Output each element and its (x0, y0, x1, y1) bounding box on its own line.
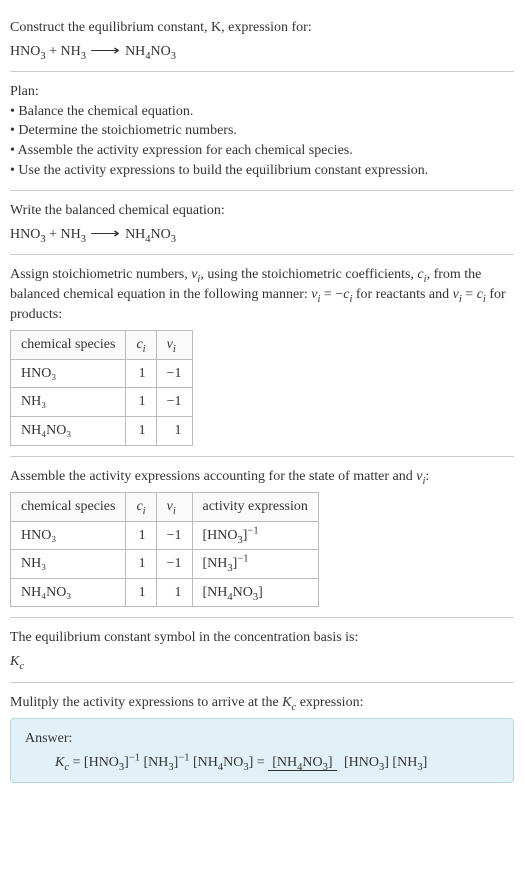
plan-title: Plan: (10, 82, 514, 102)
table-row: HNO₃ 1 −1 (11, 359, 193, 388)
cell-species: HNO₃ (11, 521, 126, 550)
symbol-section: The equilibrium constant symbol in the c… (10, 618, 514, 682)
plan-bullet: • Balance the chemical equation. (10, 102, 514, 122)
col-nui: νi (156, 493, 192, 522)
reaction-arrow-icon: ⟶ (90, 225, 120, 245)
species-hno3: HNO3 (10, 227, 46, 242)
answer-label: Answer: (25, 729, 499, 749)
col-nui: νi (156, 331, 192, 360)
prompt-section: Construct the equilibrium constant, K, e… (10, 8, 514, 72)
table-header-row: chemical species ci νi activity expressi… (11, 493, 319, 522)
species-nh3: NH3 (61, 44, 86, 59)
species-nh4no3: NH4NO3 (125, 227, 176, 242)
species-nh3: NH3 (61, 227, 86, 242)
cell-species: NH₄NO₃ (11, 578, 126, 607)
table-row: HNO₃ 1 −1 [HNO3]−1 (11, 521, 319, 550)
symbol-kc: Kc (10, 652, 514, 672)
plan-bullet: • Use the activity expressions to build … (10, 161, 514, 181)
stoich-section: Assign stoichiometric numbers, νi, using… (10, 255, 514, 456)
table-row: NH₄NO₃ 1 1 (11, 416, 193, 445)
cell-species: NH₄NO₃ (11, 416, 126, 445)
multiply-line: Mulitply the activity expressions to arr… (10, 693, 514, 713)
plan-bullet: • Assemble the activity expression for e… (10, 141, 514, 161)
term-nh3-inv: [NH3]−1 (144, 755, 190, 770)
balanced-section: Write the balanced chemical equation: HN… (10, 191, 514, 255)
table-row: NH₃ 1 −1 (11, 388, 193, 417)
fraction-numerator: [NH4NO3] (268, 755, 336, 771)
cell-ci: 1 (126, 416, 156, 445)
col-activity: activity expression (192, 493, 318, 522)
col-ci: ci (126, 493, 156, 522)
cell-nui: −1 (156, 550, 192, 579)
cell-activity: [NH3]−1 (192, 550, 318, 579)
cell-ci: 1 (126, 521, 156, 550)
species-hno3: HNO3 (10, 44, 46, 59)
col-ci: ci (126, 331, 156, 360)
cell-species: NH₃ (11, 550, 126, 579)
cell-nui: −1 (156, 521, 192, 550)
term-nh4no3: [NH4NO3] (193, 755, 253, 770)
reaction-arrow-icon: ⟶ (90, 42, 120, 62)
prompt-text: Construct the equilibrium constant, K, e… (10, 18, 514, 38)
prompt-line: Construct the equilibrium constant, K, e… (10, 20, 312, 35)
unbalanced-equation: HNO3 + NH3 ⟶ NH4NO3 (10, 42, 514, 62)
answer-box: Answer: Kc = [HNO3]−1 [NH3]−1 [NH4NO3] =… (10, 718, 514, 783)
stoich-table: chemical species ci νi HNO₃ 1 −1 NH₃ 1 −… (10, 330, 193, 445)
cell-ci: 1 (126, 388, 156, 417)
table-row: NH₃ 1 −1 [NH3]−1 (11, 550, 319, 579)
activity-table: chemical species ci νi activity expressi… (10, 492, 319, 607)
cell-ci: 1 (126, 359, 156, 388)
table-header-row: chemical species ci νi (11, 331, 193, 360)
answer-equation: Kc = [HNO3]−1 [NH3]−1 [NH4NO3] = [NH4NO3… (55, 753, 499, 773)
balanced-equation: HNO3 + NH3 ⟶ NH4NO3 (10, 225, 514, 245)
cell-nui: 1 (156, 578, 192, 607)
cell-species: HNO₃ (11, 359, 126, 388)
cell-ci: 1 (126, 578, 156, 607)
stoich-intro: Assign stoichiometric numbers, νi, using… (10, 265, 514, 324)
activity-title: Assemble the activity expressions accoun… (10, 467, 514, 487)
col-species: chemical species (11, 331, 126, 360)
cell-nui: −1 (156, 359, 192, 388)
table-row: NH₄NO₃ 1 1 [NH4NO3] (11, 578, 319, 607)
cell-nui: −1 (156, 388, 192, 417)
fraction-denominator: [HNO3] [NH3] (340, 755, 431, 770)
cell-activity: [HNO3]−1 (192, 521, 318, 550)
cell-nui: 1 (156, 416, 192, 445)
fraction: [NH4NO3] [HNO3] [NH3] (268, 753, 431, 773)
symbol-line: The equilibrium constant symbol in the c… (10, 628, 514, 648)
answer-section: Mulitply the activity expressions to arr… (10, 683, 514, 794)
species-nh4no3: NH4NO3 (125, 44, 176, 59)
cell-activity: [NH4NO3] (192, 578, 318, 607)
cell-ci: 1 (126, 550, 156, 579)
activity-section: Assemble the activity expressions accoun… (10, 457, 514, 619)
balanced-title: Write the balanced chemical equation: (10, 201, 514, 221)
term-hno3-inv: [HNO3]−1 (84, 755, 140, 770)
cell-species: NH₃ (11, 388, 126, 417)
col-species: chemical species (11, 493, 126, 522)
plan-bullet: • Determine the stoichiometric numbers. (10, 121, 514, 141)
plan-section: Plan: • Balance the chemical equation. •… (10, 72, 514, 191)
